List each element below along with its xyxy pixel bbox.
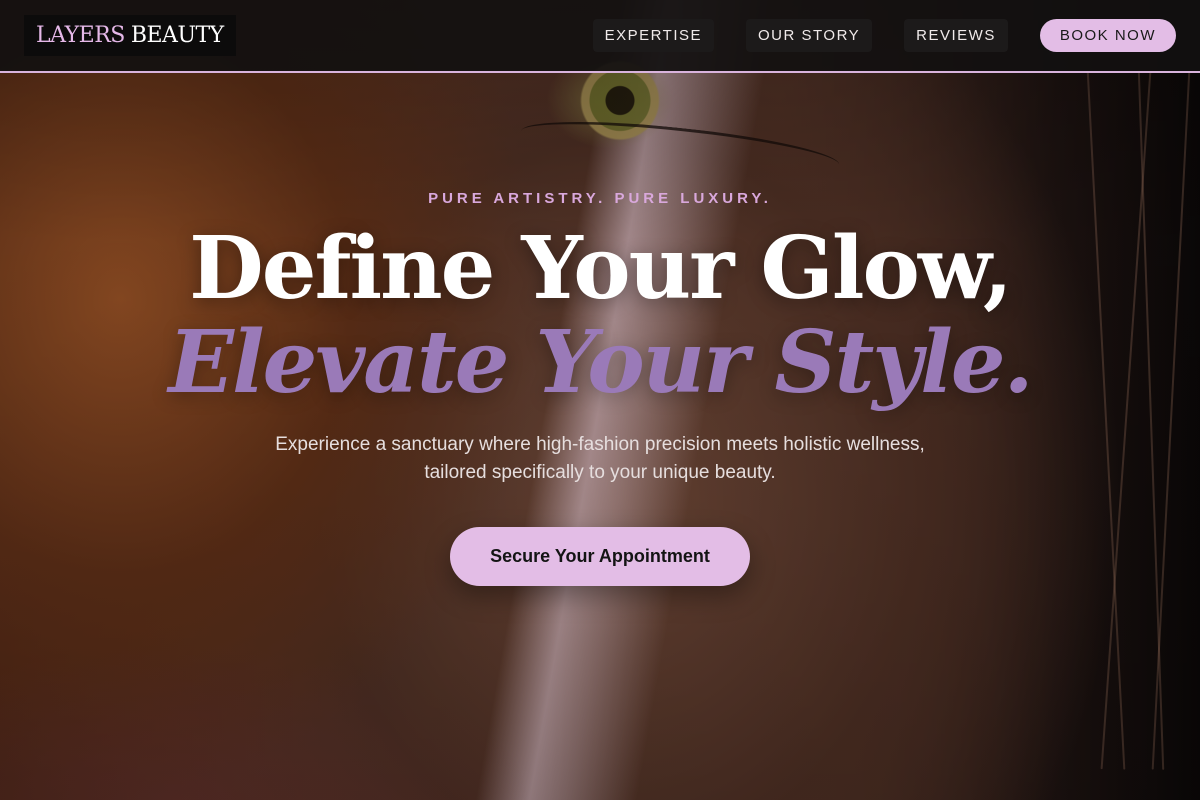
hero-title-line2: Elevate Your Style. bbox=[168, 312, 1033, 413]
hero-eyebrow: PURE ARTISTRY. PURE LUXURY. bbox=[428, 190, 772, 207]
secure-appointment-button[interactable]: Secure Your Appointment bbox=[450, 527, 750, 586]
logo-text-primary: LAYERS bbox=[36, 23, 125, 48]
brand-logo[interactable]: LAYERS BEAUTY bbox=[24, 15, 236, 56]
hero-subtitle: Experience a sanctuary where high-fashio… bbox=[275, 434, 925, 483]
logo-text-secondary: BEAUTY bbox=[130, 23, 224, 48]
hero-title-line1: Define Your Glow, bbox=[189, 218, 1013, 319]
book-now-button[interactable]: BOOK NOW bbox=[1039, 19, 1176, 52]
nav-link-reviews[interactable]: REVIEWS bbox=[904, 19, 1008, 52]
nav-link-expertise[interactable]: EXPERTISE bbox=[592, 19, 714, 52]
main-nav: EXPERTISE OUR STORY REVIEWS BOOK NOW bbox=[592, 19, 1176, 52]
hero-section: PURE ARTISTRY. PURE LUXURY. Define Your … bbox=[0, 190, 1200, 586]
site-header: LAYERS BEAUTY EXPERTISE OUR STORY REVIEW… bbox=[0, 0, 1200, 73]
nav-link-our-story[interactable]: OUR STORY bbox=[746, 19, 873, 52]
